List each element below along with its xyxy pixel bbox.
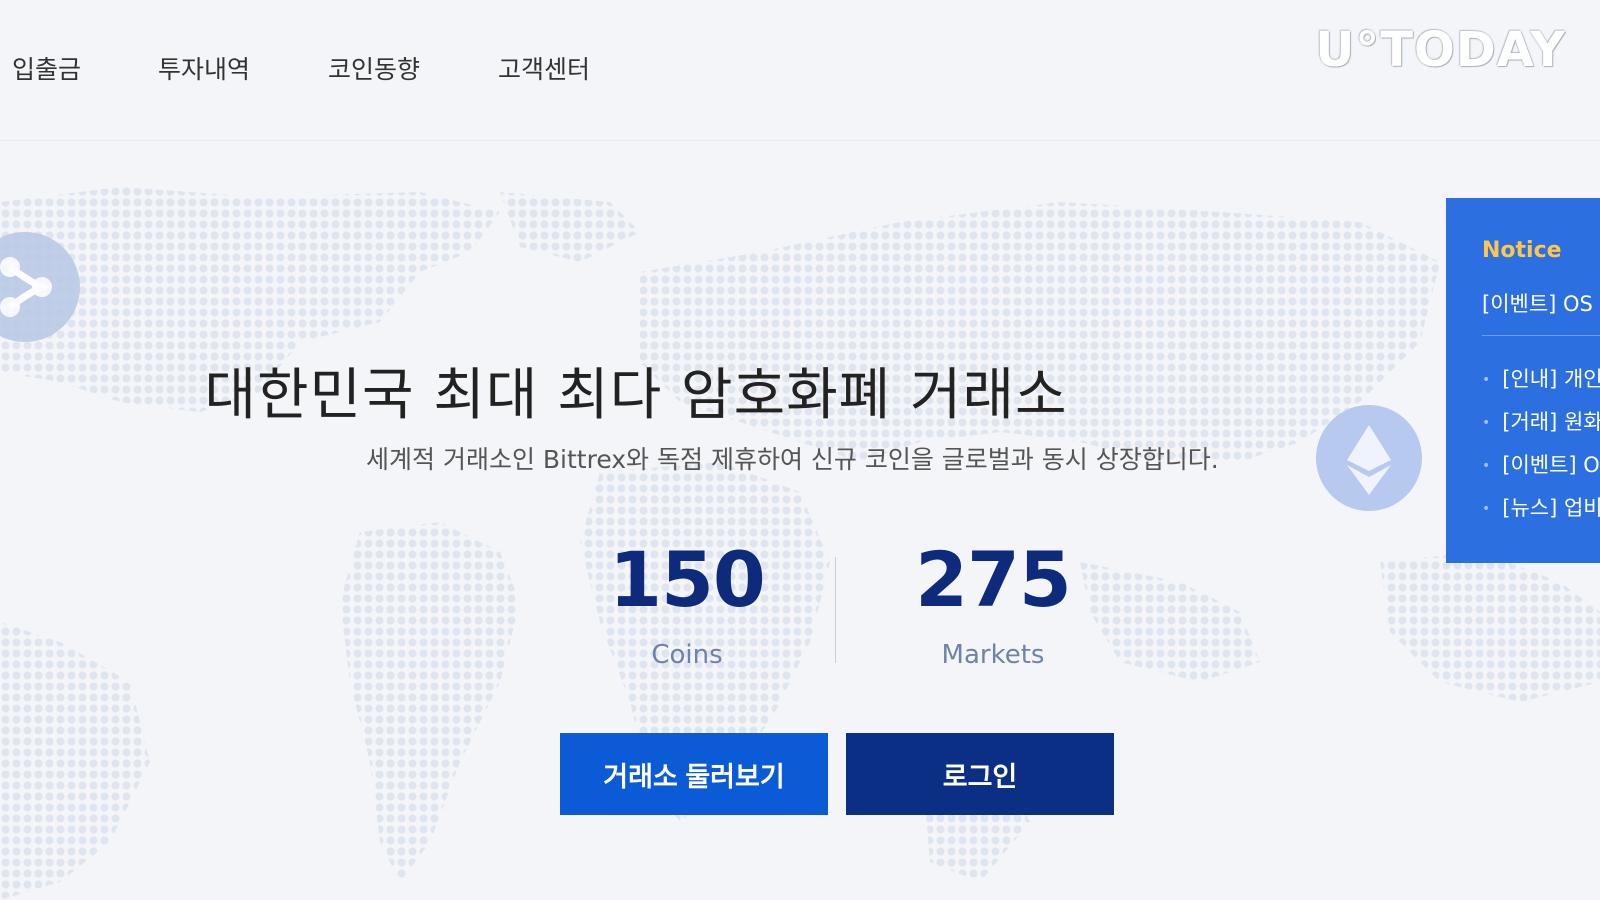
notice-panel: Notice [이벤트] OS • [인내] 개인 • [거래] 원화 • [이벤트]… [1446,198,1600,563]
notice-item[interactable]: • [인내] 개인 [1482,363,1600,393]
ripple-coin-icon [0,232,80,342]
bullet-dot-icon: • [1482,458,1491,474]
nav-item-investment-history[interactable]: 투자내역 [158,50,250,86]
bullet-dot-icon: • [1482,501,1491,517]
notice-title: Notice [1482,238,1562,263]
stat-markets-label: Markets [941,640,1045,670]
stat-markets: 275 Markets [910,535,1076,671]
bullet-dot-icon: • [1482,372,1491,388]
stat-coins: 150 Coins [604,535,770,671]
stat-divider [835,557,836,663]
bullet-dot-icon: • [1482,415,1491,431]
hero-subtitle: 세계적 거래소인 Bittrex와 독점 제휴하여 신규 코인을 글로벌과 동시… [366,445,1219,474]
notice-item[interactable]: • [거래] 원화 [1482,406,1600,436]
login-button[interactable]: 로그인 [846,733,1114,815]
notice-item[interactable]: • [이벤트] O [1482,449,1600,479]
hero-title: 대한민국 최대 최다 암호화폐 거래소 [204,363,1068,428]
notice-divider [1482,335,1600,336]
notice-item[interactable]: • [뉴스] 업비 [1482,492,1600,522]
stat-markets-value: 275 [915,535,1072,624]
notice-main-link[interactable]: [이벤트] OS [1482,288,1593,318]
explore-exchange-button[interactable]: 거래소 둘러보기 [560,733,828,815]
header: 입출금 투자내역 코인동향 고객센터 U°TODAY [0,0,1600,141]
nav-item-deposit-withdraw[interactable]: 입출금 [12,50,81,86]
nav-item-coin-trends[interactable]: 코인동향 [328,50,420,86]
stat-coins-label: Coins [651,640,723,670]
utoday-watermark: U°TODAY [1315,22,1566,78]
stat-coins-value: 150 [609,535,766,624]
nav-item-customer-center[interactable]: 고객센터 [498,50,590,86]
